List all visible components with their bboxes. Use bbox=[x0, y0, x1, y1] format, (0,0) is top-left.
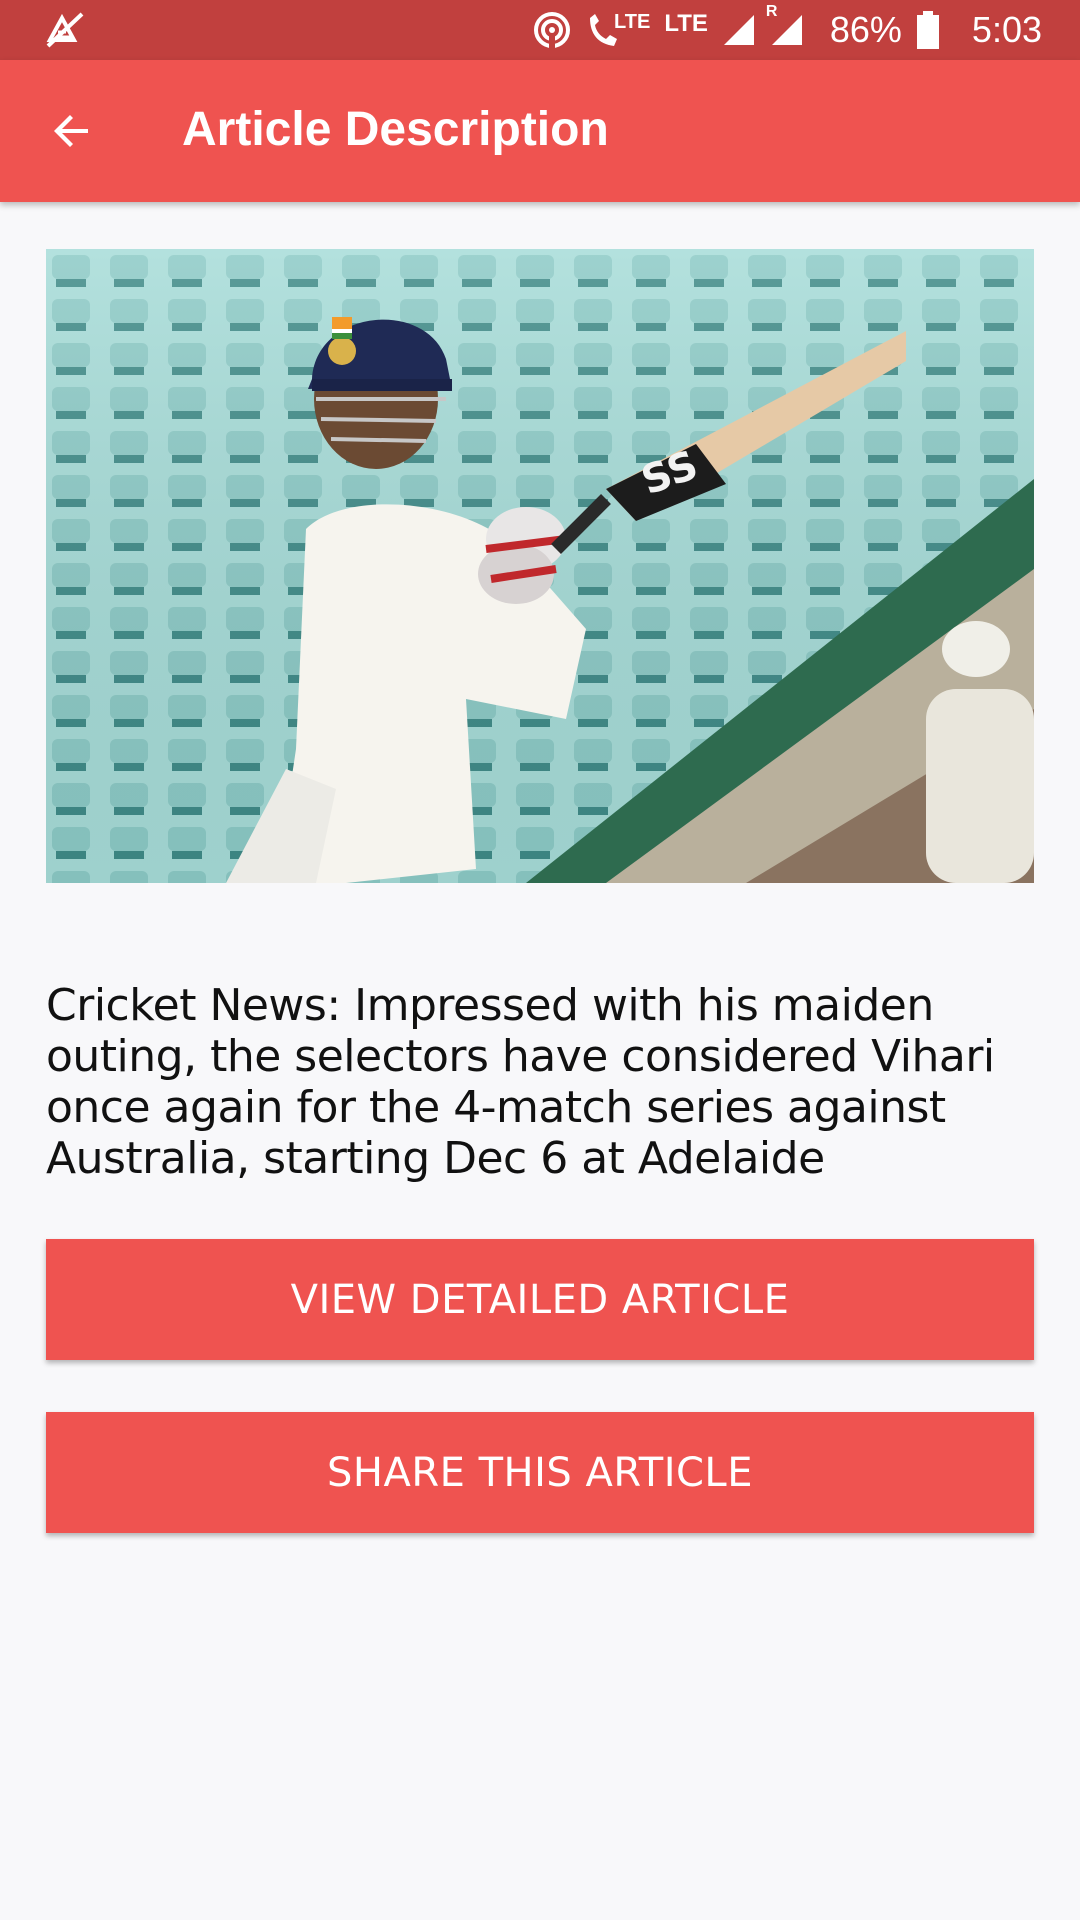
signal-icon bbox=[722, 13, 756, 47]
volte-call-icon: LTE bbox=[586, 10, 650, 50]
signal-roaming-icon: R bbox=[766, 3, 804, 47]
view-detailed-article-button[interactable]: VIEW DETAILED ARTICLE bbox=[46, 1239, 1034, 1360]
status-bar: LTE LTE R 86% 5:03 bbox=[0, 0, 1080, 60]
battery-percent: 86% bbox=[829, 9, 902, 50]
page-title: Article Description bbox=[182, 103, 609, 156]
roaming-label: R bbox=[765, 3, 778, 20]
arrow-back-icon bbox=[54, 115, 88, 147]
hotspot-icon bbox=[532, 10, 572, 50]
share-article-button[interactable]: SHARE THIS ARTICLE bbox=[46, 1412, 1034, 1533]
app-bar: Article Description bbox=[0, 60, 1080, 202]
lte-label: LTE bbox=[614, 10, 651, 33]
back-button[interactable] bbox=[38, 97, 106, 165]
article-summary: Cricket News: Impressed with his maiden … bbox=[46, 980, 995, 1184]
lte-label: LTE bbox=[664, 10, 708, 37]
article-image: SS bbox=[46, 249, 1034, 883]
clock: 5:03 bbox=[971, 9, 1042, 50]
battery-icon bbox=[916, 10, 940, 50]
no-sim-icon bbox=[44, 10, 88, 50]
